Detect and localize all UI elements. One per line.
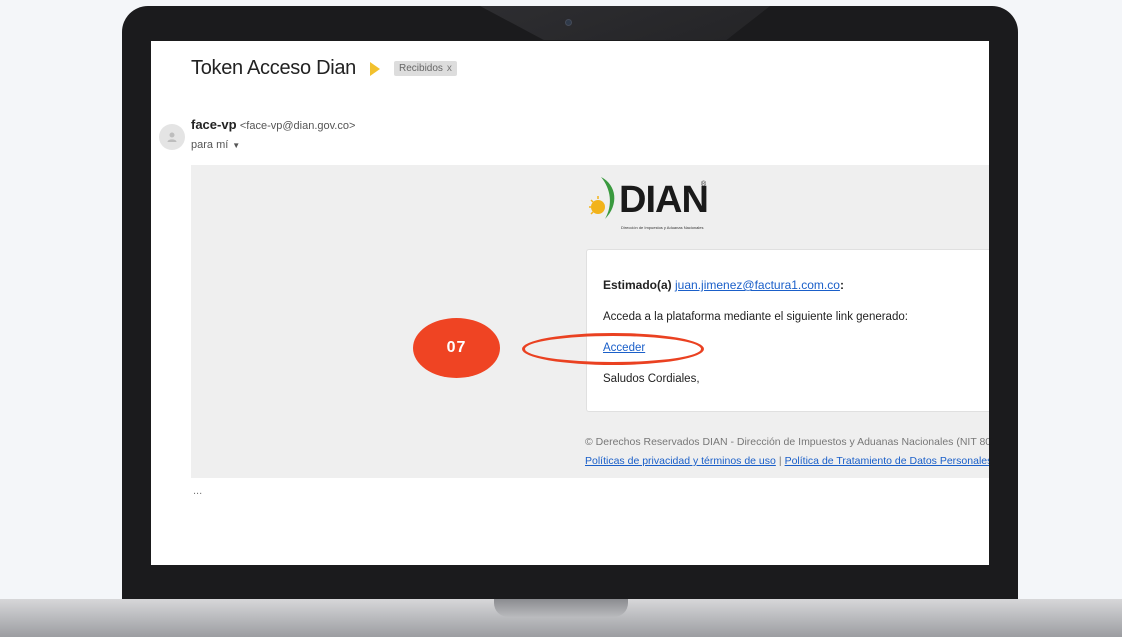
avatar <box>159 124 185 150</box>
sender-line: face-vp <face-vp@dian.gov.co> <box>191 117 355 132</box>
person-icon <box>167 132 177 142</box>
greeting: Estimado(a) juan.jimenez@factura1.com.co… <box>603 278 844 292</box>
highlight-ellipse <box>522 333 704 365</box>
sender-name[interactable]: face-vp <box>191 117 237 132</box>
email-body: DIAN ® Dirección de Impuestos y Aduanas … <box>191 165 989 478</box>
camera-icon <box>565 19 572 26</box>
closing-text: Saludos Cordiales, <box>603 373 700 385</box>
label-chip-text: Recibidos <box>399 63 443 74</box>
show-trimmed-content[interactable]: ... <box>193 485 202 497</box>
dian-logo: DIAN ® Dirección de Impuestos y Aduanas … <box>587 175 727 235</box>
recipient-text: para mí <box>191 139 229 151</box>
greeting-prefix: Estimado(a) <box>603 278 676 292</box>
step-badge: 07 <box>413 318 500 378</box>
label-chip-recibidos[interactable]: Recibidos x <box>394 61 457 76</box>
instruction-text: Acceda a la plataforma mediante el sigui… <box>603 311 908 323</box>
laptop-notch <box>494 599 628 617</box>
chevron-down-icon[interactable]: ▼ <box>232 141 240 150</box>
greeting-suffix: : <box>839 278 844 292</box>
email-subject: Token Acceso Dian <box>191 57 356 79</box>
footer-copyright: © Derechos Reservados DIAN - Dirección d… <box>585 436 989 448</box>
logo-wordmark: DIAN <box>619 179 709 221</box>
label-remove-icon[interactable]: x <box>447 63 452 74</box>
subject-row: Token Acceso Dian Recibidos x <box>191 57 457 80</box>
sender-email: <face-vp@dian.gov.co> <box>239 120 356 132</box>
recipient-email-link[interactable]: juan.jimenez@factura1.com.co <box>675 278 840 292</box>
logo-subtitle: Dirección de Impuestos y Aduanas Naciona… <box>621 225 704 230</box>
message-card: Estimado(a) juan.jimenez@factura1.com.co… <box>586 249 989 412</box>
footer-separator: | <box>778 455 782 467</box>
data-policy-link[interactable]: Política de Tratamiento de Datos Persona… <box>785 455 989 467</box>
email-screen: Token Acceso Dian Recibidos x face-vp <f… <box>151 41 989 565</box>
importance-marker-icon[interactable] <box>370 61 380 76</box>
logo-registered-mark: ® <box>701 181 707 188</box>
privacy-terms-link[interactable]: Políticas de privacidad y términos de us… <box>585 455 776 467</box>
dian-emblem-icon <box>589 177 615 219</box>
recipient-line[interactable]: para mí ▼ <box>191 139 240 151</box>
footer-links: Políticas de privacidad y términos de us… <box>585 455 989 467</box>
